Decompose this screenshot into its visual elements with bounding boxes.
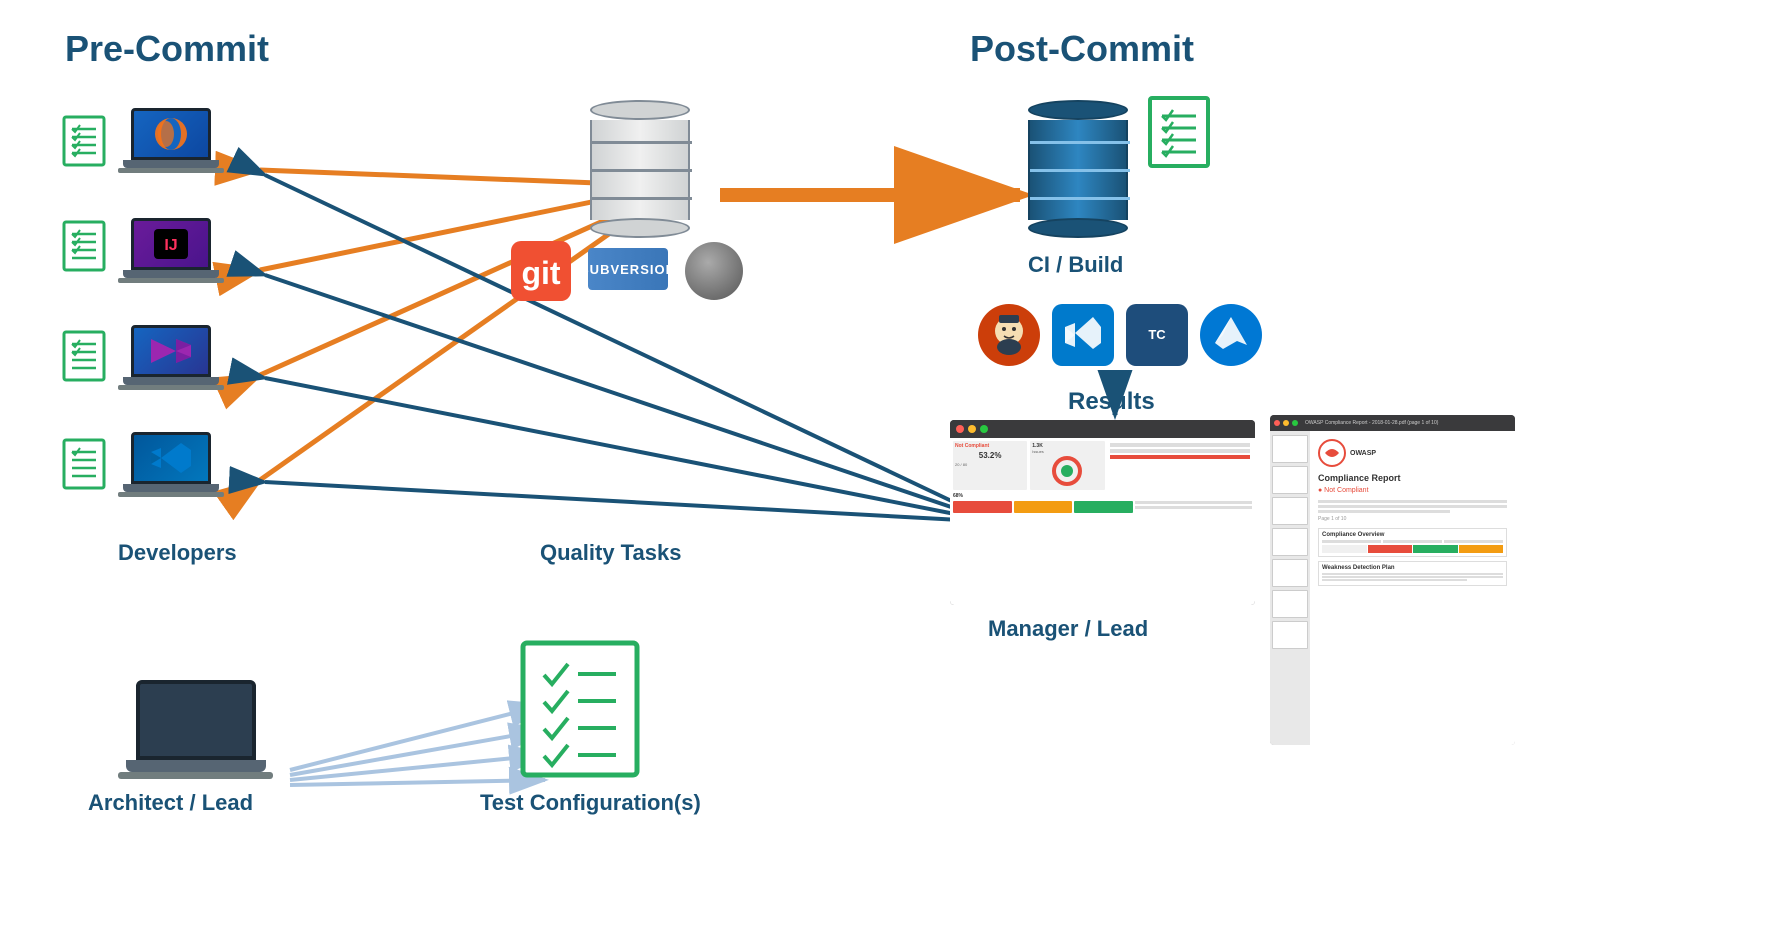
checklist-postcommit — [1148, 96, 1210, 168]
developer-laptop-3 — [118, 325, 224, 390]
azure-icon — [1200, 304, 1262, 366]
developer-laptop-2: IJ — [118, 218, 224, 283]
ci-build-label: CI / Build — [1028, 252, 1123, 278]
quality-tasks-label: Quality Tasks — [540, 540, 681, 566]
checklist-dev2 — [62, 220, 106, 272]
checklist-dev1 — [62, 115, 106, 167]
jenkins-icon — [978, 304, 1040, 366]
svn-icon: SUBVERSION — [588, 248, 668, 290]
developers-label: Developers — [118, 540, 237, 566]
checklist-test-config — [520, 640, 640, 778]
architect-laptop — [118, 680, 273, 779]
git-icon: git — [510, 240, 572, 302]
precommit-database — [590, 100, 690, 238]
teamcity-icon: TC — [1126, 304, 1188, 366]
postcommit-database — [1028, 100, 1128, 238]
manager-lead-label: Manager / Lead — [988, 616, 1148, 642]
postcommit-title: Post-Commit — [970, 28, 1194, 70]
developer-laptop-1 — [118, 108, 224, 173]
checklist-dev3 — [62, 330, 106, 382]
test-config-label: Test Configuration(s) — [480, 790, 701, 816]
greenballs-icon — [685, 242, 743, 300]
owasp-report-screenshot: OWASP Compliance Report - 2018-01-28.pdf… — [1270, 415, 1515, 745]
svg-text:git: git — [521, 255, 560, 291]
vscode-icon — [1052, 304, 1114, 366]
dashboard-screenshot: Not Compliant 53.2% 20 / 80 1.3K Issues — [950, 420, 1255, 605]
developer-laptop-4 — [118, 432, 224, 497]
diagram-container: Pre-Commit Post-Commit — [0, 0, 1776, 928]
architect-lead-label: Architect / Lead — [88, 790, 253, 816]
svg-text:IJ: IJ — [164, 237, 177, 254]
results-label: Results — [1068, 388, 1155, 416]
checklist-dev4 — [62, 438, 106, 490]
precommit-title: Pre-Commit — [65, 28, 269, 70]
